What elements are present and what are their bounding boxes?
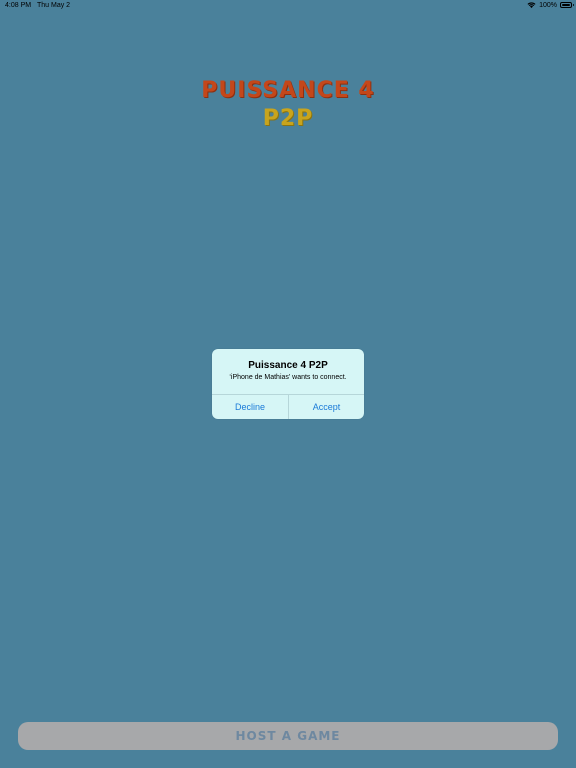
title-main: PUISSANCE 4 [201,78,375,103]
alert-title: Puissance 4 P2P [248,360,328,371]
status-date: Thu May 2 [37,2,71,9]
accept-button[interactable]: Accept [289,395,364,419]
battery-tip [572,4,574,6]
status-indicators: 100% [527,1,574,9]
decline-button[interactable]: Decline [212,395,288,419]
battery-fill [562,4,570,6]
title-sub: P2P [262,106,314,131]
status-bar: 4:08 PM Thu May 2 100% [0,0,576,12]
app-title: PUISSANCE 4 P2P [0,77,576,133]
host-game-button[interactable]: HOST A GAME [18,722,558,750]
battery-icon [560,2,574,8]
alert-message: ‘iPhone de Mathias’ wants to connect. [229,374,347,381]
wifi-icon [527,2,536,8]
status-time: 4:08 PM [5,2,32,9]
connection-alert: Puissance 4 P2P ‘iPhone de Mathias’ want… [212,349,364,419]
battery-percent: 100% [539,1,557,9]
